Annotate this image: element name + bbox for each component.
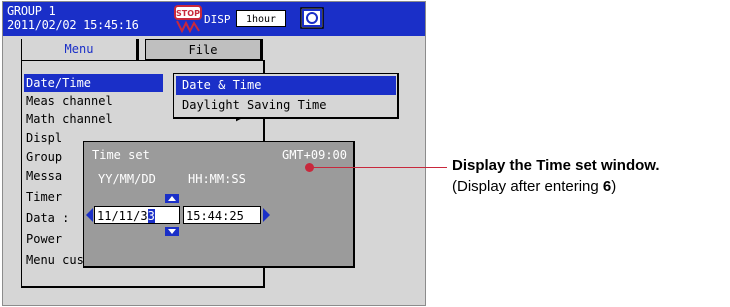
menu-item-meas-channel[interactable]: Meas channel	[26, 92, 113, 110]
annotation-sub-prefix: (Display after entering	[452, 178, 603, 195]
cursor-left-arrow-icon[interactable]	[86, 208, 93, 222]
menu-item-group[interactable]: Group	[26, 148, 62, 166]
recorder-screen: GROUP 1 2011/02/02 15:45:16 STOP DISP 1h…	[2, 1, 426, 306]
display-rate-box: 1hour	[236, 10, 286, 27]
submenu-item-daylight-saving-time[interactable]: Daylight Saving Time	[176, 96, 327, 115]
stop-icon: STOP	[174, 5, 202, 33]
display-icon	[300, 7, 324, 29]
menu-item-display[interactable]: Displ	[26, 129, 62, 147]
date-input[interactable]: 11/11/33	[94, 206, 180, 224]
group-label: GROUP 1	[7, 4, 56, 18]
current-datetime: 2011/02/02 15:45:16	[7, 18, 139, 32]
annotation-title: Display the Time set window.	[452, 157, 660, 174]
menu-item-message[interactable]: Messa	[26, 167, 62, 185]
annotation-sub-suffix: )	[611, 178, 617, 195]
tab-file[interactable]: File	[145, 39, 263, 60]
annotation-subtitle: (Display after entering 6)	[452, 178, 616, 195]
cursor-right-arrow-icon[interactable]	[263, 208, 270, 222]
tab-menu[interactable]: Menu	[21, 39, 139, 60]
annotation-sub-key: 6	[602, 178, 612, 195]
svg-text:STOP: STOP	[176, 9, 200, 18]
callout-line	[312, 167, 447, 168]
date-format-label: YY/MM/DD	[98, 172, 156, 186]
menu-item-data[interactable]: Data :	[26, 209, 69, 227]
time-set-title: Time set	[92, 148, 150, 162]
menu-item-timer[interactable]: Timer	[26, 188, 62, 206]
disp-label: DISP	[204, 13, 231, 26]
time-format-label: HH:MM:SS	[188, 172, 246, 186]
date-cursor-digit: 3	[147, 209, 155, 223]
date-value-text: 11/11/3	[97, 209, 148, 223]
decrement-arrow-icon[interactable]	[165, 227, 179, 236]
submenu-item-date-and-time[interactable]: Date & Time	[176, 76, 396, 95]
increment-arrow-icon[interactable]	[165, 194, 179, 203]
menu-item-date-time[interactable]: Date/Time	[24, 74, 163, 92]
menu-item-power[interactable]: Power	[26, 230, 62, 248]
status-header: GROUP 1 2011/02/02 15:45:16 STOP DISP 1h…	[3, 2, 425, 36]
date-time-submenu: Date & Time Daylight Saving Time	[173, 73, 399, 119]
menu-item-math-channel[interactable]: Math channel	[26, 110, 113, 128]
time-set-dialog: Time set GMT+09:00 YY/MM/DD HH:MM:SS 11/…	[83, 141, 355, 268]
time-input[interactable]: 15:44:25	[183, 206, 261, 224]
gmt-offset: GMT+09:00	[281, 148, 347, 162]
